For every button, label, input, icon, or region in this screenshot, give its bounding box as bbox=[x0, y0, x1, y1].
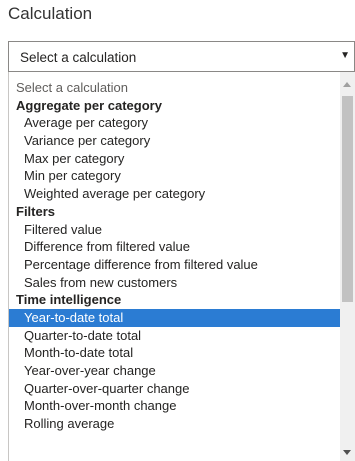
option-month-over-month-change[interactable]: Month-over-month change bbox=[9, 397, 341, 415]
calculation-options-list[interactable]: Select a calculation Aggregate per categ… bbox=[8, 72, 355, 461]
option-weighted-average-per-category[interactable]: Weighted average per category bbox=[9, 185, 341, 203]
option-year-over-year-change[interactable]: Year-over-year change bbox=[9, 362, 341, 380]
option-variance-per-category[interactable]: Variance per category bbox=[9, 132, 341, 150]
option-percentage-difference-from-filtered-value[interactable]: Percentage difference from filtered valu… bbox=[9, 256, 341, 274]
group-header-time-intelligence: Time intelligence bbox=[16, 292, 122, 308]
option-max-per-category[interactable]: Max per category bbox=[9, 150, 341, 168]
option-difference-from-filtered-value[interactable]: Difference from filtered value bbox=[9, 238, 341, 256]
option-filtered-value[interactable]: Filtered value bbox=[9, 221, 341, 239]
option-quarter-over-quarter-change[interactable]: Quarter-over-quarter change bbox=[9, 380, 341, 398]
option-rolling-average[interactable]: Rolling average bbox=[9, 415, 341, 433]
option-min-per-category[interactable]: Min per category bbox=[9, 167, 341, 185]
vertical-scrollbar[interactable] bbox=[340, 72, 355, 461]
calculation-label: Calculation bbox=[8, 4, 93, 23]
option-year-to-date-total[interactable]: Year-to-date total bbox=[9, 308, 341, 327]
options-container: Select a calculation Aggregate per categ… bbox=[9, 79, 341, 433]
option-sales-from-new-customers[interactable]: Sales from new customers bbox=[9, 274, 341, 292]
group-header-aggregate: Aggregate per category bbox=[16, 97, 162, 113]
option-placeholder[interactable]: Select a calculation bbox=[9, 79, 341, 97]
scroll-up-arrow-icon[interactable] bbox=[343, 82, 351, 87]
dropdown-value: Select a calculation bbox=[20, 50, 137, 65]
scrollbar-thumb[interactable] bbox=[342, 96, 353, 302]
option-quarter-to-date-total[interactable]: Quarter-to-date total bbox=[9, 327, 341, 345]
chevron-down-icon[interactable]: ▼ bbox=[340, 50, 350, 61]
group-header-filters: Filters bbox=[16, 203, 56, 219]
scroll-down-arrow-icon[interactable] bbox=[343, 450, 351, 455]
option-month-to-date-total[interactable]: Month-to-date total bbox=[9, 344, 341, 362]
calculation-dropdown[interactable]: Select a calculation ▼ bbox=[8, 41, 355, 72]
option-average-per-category[interactable]: Average per category bbox=[9, 114, 341, 132]
